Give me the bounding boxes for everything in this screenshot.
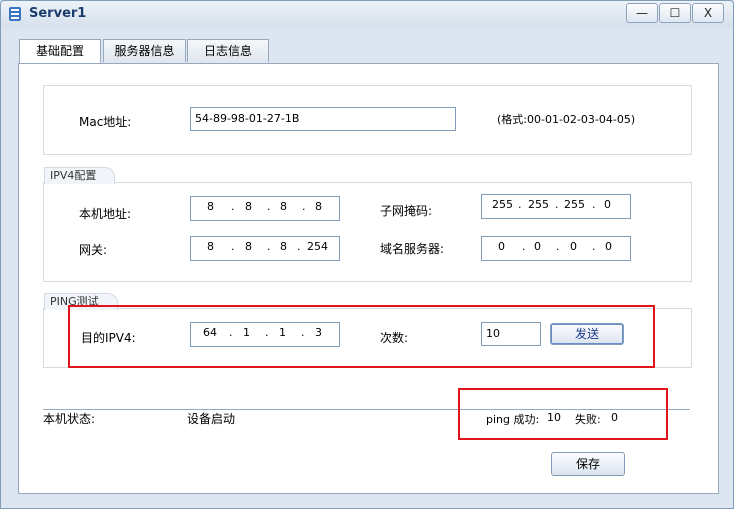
ip-octet: 0 bbox=[604, 198, 611, 211]
ip-octet: 0 bbox=[534, 240, 541, 253]
subnet-mask-label: 子网掩码: bbox=[380, 204, 433, 218]
dns-server-field[interactable]: 0 . 0 . 0 . 0 bbox=[481, 236, 631, 261]
mac-label: Mac地址: bbox=[79, 115, 132, 129]
close-button[interactable]: X bbox=[692, 3, 724, 23]
save-button[interactable]: 保存 bbox=[551, 452, 625, 476]
ip-octet: 255 bbox=[492, 198, 513, 211]
ip-octet: 8 bbox=[245, 240, 252, 253]
ip-dot: . bbox=[302, 200, 306, 213]
ip-octet: 8 bbox=[315, 200, 322, 213]
ip-dot: . bbox=[267, 200, 271, 213]
subnet-mask-field[interactable]: 255 . 255 . 255 . 0 bbox=[481, 194, 631, 219]
ip-dot: . bbox=[592, 198, 596, 211]
ip-octet: 0 bbox=[498, 240, 505, 253]
ip-octet: 255 bbox=[528, 198, 549, 211]
dns-server-label: 域名服务器: bbox=[380, 242, 445, 256]
mac-format-hint: (格式:00-01-02-03-04-05) bbox=[497, 113, 636, 126]
ip-octet: 255 bbox=[564, 198, 585, 211]
mac-address-value: 54-89-98-01-27-1B bbox=[195, 112, 300, 125]
ip-dot: . bbox=[592, 240, 596, 253]
maximize-button[interactable]: ☐ bbox=[659, 3, 691, 23]
gateway-label: 网关: bbox=[79, 243, 108, 257]
title-bar[interactable]: Server1 — ☐ X bbox=[1, 1, 733, 27]
ip-octet: 0 bbox=[570, 240, 577, 253]
ip-octet: 8 bbox=[280, 200, 287, 213]
mac-address-field[interactable]: 54-89-98-01-27-1B bbox=[190, 107, 456, 131]
ip-dot: . bbox=[522, 240, 526, 253]
window-title: Server1 bbox=[29, 6, 87, 21]
ip-octet: 254 bbox=[307, 240, 328, 253]
ipv4-group-label: IPV4配置 bbox=[44, 167, 116, 184]
server-window: Server1 — ☐ X 基础配置 服务器信息 日志信息 Mac地址: 54-… bbox=[0, 0, 734, 509]
server-app-icon bbox=[9, 7, 21, 21]
tab-log-info[interactable]: 日志信息 bbox=[187, 39, 269, 62]
host-address-field[interactable]: 8 . 8 . 8 . 8 bbox=[190, 196, 340, 221]
ip-dot: . bbox=[518, 198, 522, 211]
device-status-label: 本机状态: bbox=[43, 412, 96, 426]
tab-server-info[interactable]: 服务器信息 bbox=[103, 39, 186, 62]
ipv4-group: IPV4配置 本机地址: 8 . 8 . 8 . 8 子网掩码: 255 . 2… bbox=[43, 167, 692, 282]
ip-dot: . bbox=[231, 200, 235, 213]
gateway-field[interactable]: 8 . 8 . 8 . 254 bbox=[190, 236, 340, 261]
tab-basic-config[interactable]: 基础配置 bbox=[19, 39, 101, 64]
ip-dot: . bbox=[231, 240, 235, 253]
ip-octet: 8 bbox=[207, 200, 214, 213]
host-address-label: 本机地址: bbox=[79, 207, 132, 221]
ip-dot: . bbox=[556, 240, 560, 253]
ip-octet: 8 bbox=[207, 240, 214, 253]
device-status-value: 设备启动 bbox=[187, 412, 236, 426]
ip-octet: 0 bbox=[605, 240, 612, 253]
ping-highlight-box bbox=[68, 305, 655, 368]
mac-group: Mac地址: 54-89-98-01-27-1B (格式:00-01-02-03… bbox=[43, 85, 692, 155]
minimize-button[interactable]: — bbox=[626, 3, 658, 23]
ip-dot: . bbox=[555, 198, 559, 211]
ip-dot: . bbox=[267, 240, 271, 253]
ip-octet: 8 bbox=[280, 240, 287, 253]
ip-dot: . bbox=[297, 240, 301, 253]
ip-octet: 8 bbox=[245, 200, 252, 213]
result-highlight-box bbox=[458, 388, 668, 440]
